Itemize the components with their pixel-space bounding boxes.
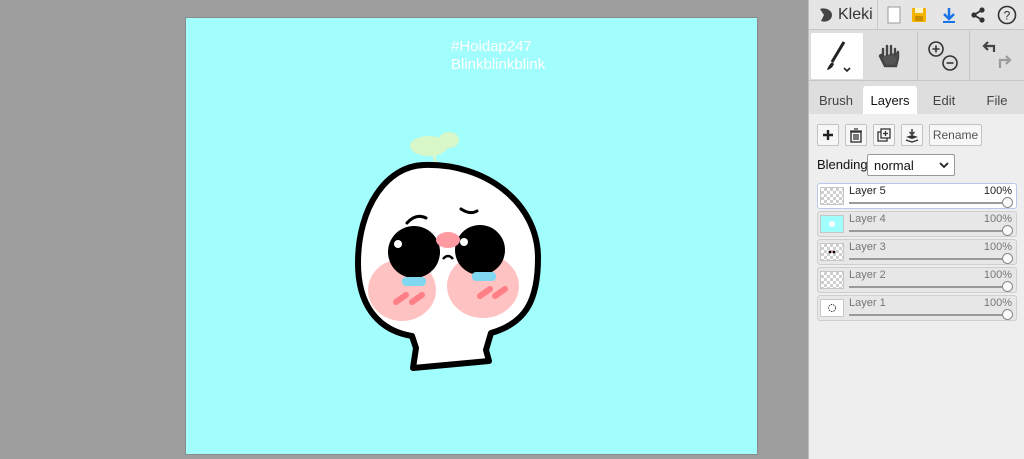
- layer-name: Layer 5: [849, 185, 886, 197]
- blending-value: normal: [874, 157, 914, 173]
- tool-row: [809, 31, 1024, 81]
- zoom-in-icon[interactable]: [928, 41, 944, 57]
- add-layer-button[interactable]: [817, 124, 839, 146]
- opacity-slider-track[interactable]: [849, 286, 1002, 288]
- chevron-down-icon: [939, 162, 949, 169]
- opacity-slider-track[interactable]: [849, 230, 1002, 232]
- layer-row[interactable]: Layer 5 100%: [817, 183, 1017, 209]
- layers-panel: Rename Blending normal Layer 5 100% Laye…: [809, 114, 1024, 459]
- rename-layer-button[interactable]: Rename: [929, 124, 982, 146]
- trash-icon: [850, 127, 862, 143]
- right-eye: [455, 225, 505, 275]
- kleki-logo-icon: [820, 8, 832, 22]
- app-name: Kleki: [838, 6, 873, 23]
- redo-icon[interactable]: [998, 55, 1012, 68]
- layer-opacity: 100%: [983, 269, 1012, 281]
- opacity-slider-handle[interactable]: [1002, 309, 1013, 320]
- layer-name: Layer 3: [849, 241, 886, 253]
- brush-icon: [827, 41, 851, 73]
- nose: [436, 232, 460, 248]
- layer-thumbnail: [820, 187, 844, 205]
- layer-name: Layer 4: [849, 213, 886, 225]
- opacity-slider-handle[interactable]: [1002, 253, 1013, 264]
- layer-thumbnail: [820, 215, 844, 233]
- opacity-slider-track[interactable]: [849, 258, 1002, 260]
- opacity-slider-handle[interactable]: [1002, 225, 1013, 236]
- top-bar: Kleki ?: [809, 0, 1024, 30]
- duplicate-icon: [876, 127, 891, 142]
- workspace: #Hoidap247 Blinkblinkblink: [0, 0, 808, 459]
- zoom-buttons: [919, 33, 967, 79]
- ghost-drawing: [355, 132, 541, 371]
- plus-icon: [823, 130, 833, 140]
- download-icon[interactable]: [937, 3, 961, 27]
- opacity-slider-handle[interactable]: [1002, 281, 1013, 292]
- merge-down-icon: [905, 128, 919, 143]
- side-panel: Kleki ? Brush Layers Edit File Rename Bl…: [808, 0, 1024, 459]
- divider: [877, 0, 878, 30]
- new-image-icon[interactable]: [882, 3, 906, 27]
- svg-text:?: ?: [1004, 9, 1011, 23]
- tab-brush[interactable]: Brush: [811, 86, 861, 114]
- blending-label: Blending: [817, 157, 868, 172]
- layer-name: Layer 2: [849, 269, 886, 281]
- delete-layer-button[interactable]: [845, 124, 867, 146]
- tab-layers[interactable]: Layers: [863, 86, 917, 114]
- zoom-out-icon[interactable]: [942, 55, 958, 71]
- sprout-leaf-small: [439, 132, 459, 148]
- duplicate-layer-button[interactable]: [873, 124, 895, 146]
- layer-row[interactable]: Layer 4 100%: [817, 211, 1017, 237]
- layer-opacity: 100%: [983, 297, 1012, 309]
- right-tear: [472, 272, 496, 281]
- opacity-slider-handle[interactable]: [1002, 197, 1013, 208]
- left-eye: [388, 226, 440, 278]
- share-icon[interactable]: [966, 3, 990, 27]
- tab-file[interactable]: File: [971, 86, 1023, 114]
- eye-highlight: [460, 238, 468, 246]
- divider: [917, 31, 918, 81]
- panel-tabs: Brush Layers Edit File: [809, 86, 1024, 114]
- tab-edit[interactable]: Edit: [919, 86, 969, 114]
- app-logo[interactable]: Kleki: [817, 4, 873, 26]
- layer-thumbnail: [820, 299, 844, 317]
- layer-thumbnail: [820, 243, 844, 261]
- save-icon[interactable]: [907, 3, 931, 27]
- layer-thumbnail: [820, 271, 844, 289]
- opacity-slider-track[interactable]: [849, 314, 1002, 316]
- layer-opacity: 100%: [983, 185, 1012, 197]
- hand-tool-button[interactable]: [869, 33, 911, 79]
- left-tear: [402, 277, 426, 286]
- layer-row[interactable]: Layer 2 100%: [817, 267, 1017, 293]
- divider: [969, 31, 970, 81]
- hand-icon: [878, 44, 900, 68]
- opacity-slider-track[interactable]: [849, 202, 1002, 204]
- layer-name: Layer 1: [849, 297, 886, 309]
- layer-opacity: 100%: [983, 241, 1012, 253]
- eye-highlight: [394, 240, 402, 248]
- layer-row[interactable]: Layer 3 100%: [817, 239, 1017, 265]
- layer-row[interactable]: Layer 1 100%: [817, 295, 1017, 321]
- undo-redo-buttons: [973, 33, 1021, 79]
- chevron-down-icon: [843, 67, 851, 73]
- merge-layer-button[interactable]: [901, 124, 923, 146]
- help-icon[interactable]: ?: [995, 3, 1019, 27]
- blending-select[interactable]: normal: [867, 154, 955, 176]
- undo-icon[interactable]: [982, 41, 996, 52]
- drawing-canvas[interactable]: #Hoidap247 Blinkblinkblink: [185, 17, 758, 455]
- layer-opacity: 100%: [983, 213, 1012, 225]
- brush-tool-button[interactable]: [811, 33, 863, 79]
